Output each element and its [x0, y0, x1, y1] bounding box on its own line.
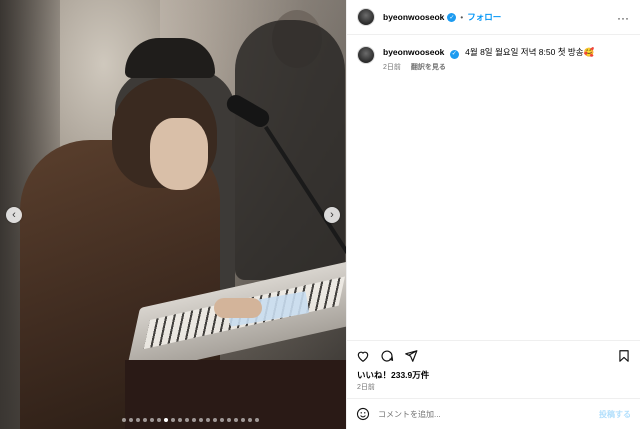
smiley-icon[interactable] — [356, 407, 370, 421]
action-bar — [347, 340, 640, 368]
likes-count[interactable]: いいね！233.9万件 — [357, 369, 429, 381]
bookmark-icon[interactable] — [617, 349, 631, 363]
verified-badge-icon: ✓ — [449, 49, 459, 59]
header-separator: • — [460, 12, 464, 22]
carousel-dot — [192, 418, 196, 422]
comment-input[interactable] — [378, 409, 578, 419]
comment-bubble-icon[interactable] — [380, 349, 394, 363]
caption-text: 4월 8일 월요일 저녁 8:50 첫 방송🥰 — [465, 47, 595, 57]
caption-avatar[interactable] — [357, 46, 375, 64]
photo-bg-person — [235, 20, 345, 280]
carousel-dot — [199, 418, 203, 422]
more-options-icon[interactable]: ··· — [617, 11, 629, 25]
carousel-indicator — [122, 418, 259, 422]
follow-button[interactable]: フォロー — [467, 11, 501, 23]
carousel-dot — [143, 418, 147, 422]
carousel-dot — [122, 418, 126, 422]
photo-cap — [125, 38, 215, 78]
carousel-dot — [255, 418, 259, 422]
carousel-dot — [157, 418, 161, 422]
verified-badge-icon: ✓ — [447, 12, 457, 22]
post-header: byeonwooseok ✓ • フォロー ··· — [347, 0, 640, 35]
carousel-dot — [171, 418, 175, 422]
comment-bar: 投稿する — [347, 398, 640, 429]
carousel-dot — [185, 418, 189, 422]
heart-icon[interactable] — [356, 349, 370, 363]
carousel-prev-button[interactable]: ‹ — [6, 207, 22, 223]
carousel-dot — [129, 418, 133, 422]
translate-link[interactable]: 翻訳を見る — [411, 64, 446, 71]
post-photo[interactable]: mchk ‹ › — [0, 0, 346, 429]
profile-avatar[interactable] — [357, 8, 375, 26]
carousel-dot — [234, 418, 238, 422]
carousel-dot — [206, 418, 210, 422]
carousel-dot — [178, 418, 182, 422]
carousel-dot — [227, 418, 231, 422]
header-username[interactable]: byeonwooseok — [383, 12, 444, 22]
carousel-dot — [213, 418, 217, 422]
post-comment-button[interactable]: 投稿する — [599, 409, 631, 420]
post-date[interactable]: 2日前 — [357, 382, 375, 392]
carousel-dot — [241, 418, 245, 422]
carousel-dot — [248, 418, 252, 422]
carousel-dot — [220, 418, 224, 422]
caption-username[interactable]: byeonwooseok — [383, 47, 444, 57]
photo-hands — [214, 298, 262, 318]
paper-plane-icon[interactable] — [404, 349, 418, 363]
carousel-dot — [150, 418, 154, 422]
carousel-dot — [136, 418, 140, 422]
post-info-panel: byeonwooseok ✓ • フォロー ··· byeonwooseok ✓… — [346, 0, 640, 429]
caption: byeonwooseok ✓ 4월 8일 월요일 저녁 8:50 첫 방송🥰 2… — [357, 46, 637, 74]
carousel-next-button[interactable]: › — [324, 207, 340, 223]
caption-timestamp[interactable]: 2日前 — [383, 64, 401, 71]
carousel-dot — [164, 418, 168, 422]
photo-face — [150, 118, 208, 190]
